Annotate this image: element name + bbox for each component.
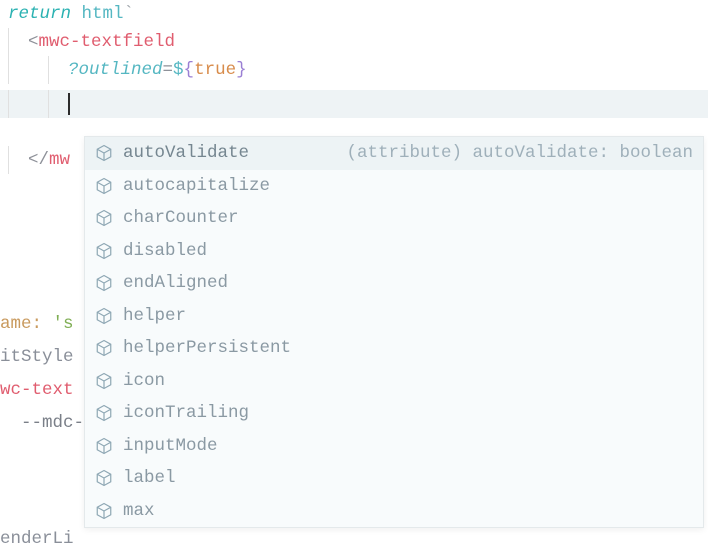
attr-name: ?outlined [68, 56, 163, 84]
bg-code-fragment: enderLi [0, 525, 74, 553]
bg-code-fragment: wc-text [0, 376, 74, 404]
cube-icon [95, 307, 113, 325]
angle-bracket-close: </ [28, 146, 49, 174]
cube-icon [95, 242, 113, 260]
autocomplete-item[interactable]: disabled [85, 235, 703, 268]
cube-icon [95, 144, 113, 162]
autocomplete-item-label: inputMode [123, 432, 218, 460]
brace-close: } [236, 56, 247, 84]
text-cursor [68, 93, 70, 115]
keyword-return: return [8, 0, 71, 28]
autocomplete-item[interactable]: iconTrailing [85, 397, 703, 430]
autocomplete-item[interactable]: max [85, 495, 703, 528]
brace-open: { [184, 56, 195, 84]
cube-icon [95, 372, 113, 390]
angle-bracket: < [28, 28, 39, 56]
autocomplete-item[interactable]: label [85, 462, 703, 495]
cursor-line[interactable] [0, 90, 708, 118]
autocomplete-popup[interactable]: autoValidate (attribute) autoValidate: bo… [84, 136, 704, 528]
autocomplete-item-label: helper [123, 302, 186, 330]
cube-icon [95, 469, 113, 487]
cube-icon [95, 274, 113, 292]
autocomplete-item-label: label [123, 464, 176, 492]
autocomplete-item-label: autoValidate [123, 139, 249, 167]
autocomplete-item-label: disabled [123, 237, 207, 265]
autocomplete-item[interactable]: helperPersistent [85, 332, 703, 365]
autocomplete-item[interactable]: helper [85, 300, 703, 333]
tag-name-partial: mw [49, 146, 70, 174]
cube-icon [95, 437, 113, 455]
autocomplete-item-label: max [123, 497, 155, 525]
autocomplete-item[interactable]: autocapitalize [85, 170, 703, 203]
autocomplete-item[interactable]: endAligned [85, 267, 703, 300]
cube-icon [95, 177, 113, 195]
autocomplete-item[interactable]: icon [85, 365, 703, 398]
bg-code-fragment: ame: 's [0, 310, 74, 338]
code-line: return html` [8, 0, 708, 28]
autocomplete-item[interactable]: autoValidate (attribute) autoValidate: bo… [85, 137, 703, 170]
cube-icon [95, 502, 113, 520]
autocomplete-item[interactable]: charCounter [85, 202, 703, 235]
autocomplete-item-label: charCounter [123, 204, 239, 232]
tag-name: mwc-textfield [39, 28, 176, 56]
autocomplete-detail: (attribute) autoValidate: boolean [326, 139, 693, 167]
code-line: <mwc-textfield [8, 28, 708, 56]
tag-func-html: html [71, 0, 124, 28]
autocomplete-item[interactable]: inputMode [85, 430, 703, 463]
dollar-sign: $ [173, 56, 184, 84]
cube-icon [95, 209, 113, 227]
equals: = [163, 56, 174, 84]
bg-code-fragment: --mdc- [0, 409, 84, 437]
cube-icon [95, 404, 113, 422]
autocomplete-item-label: autocapitalize [123, 172, 270, 200]
code-line: ?outlined=${true} [8, 56, 708, 84]
boolean-literal: true [194, 56, 236, 84]
autocomplete-item-label: iconTrailing [123, 399, 249, 427]
backtick: ` [124, 0, 135, 28]
cube-icon [95, 339, 113, 357]
autocomplete-item-label: endAligned [123, 269, 228, 297]
autocomplete-item-label: helperPersistent [123, 334, 291, 362]
autocomplete-item-label: icon [123, 367, 165, 395]
bg-code-fragment: itStyle [0, 343, 74, 371]
